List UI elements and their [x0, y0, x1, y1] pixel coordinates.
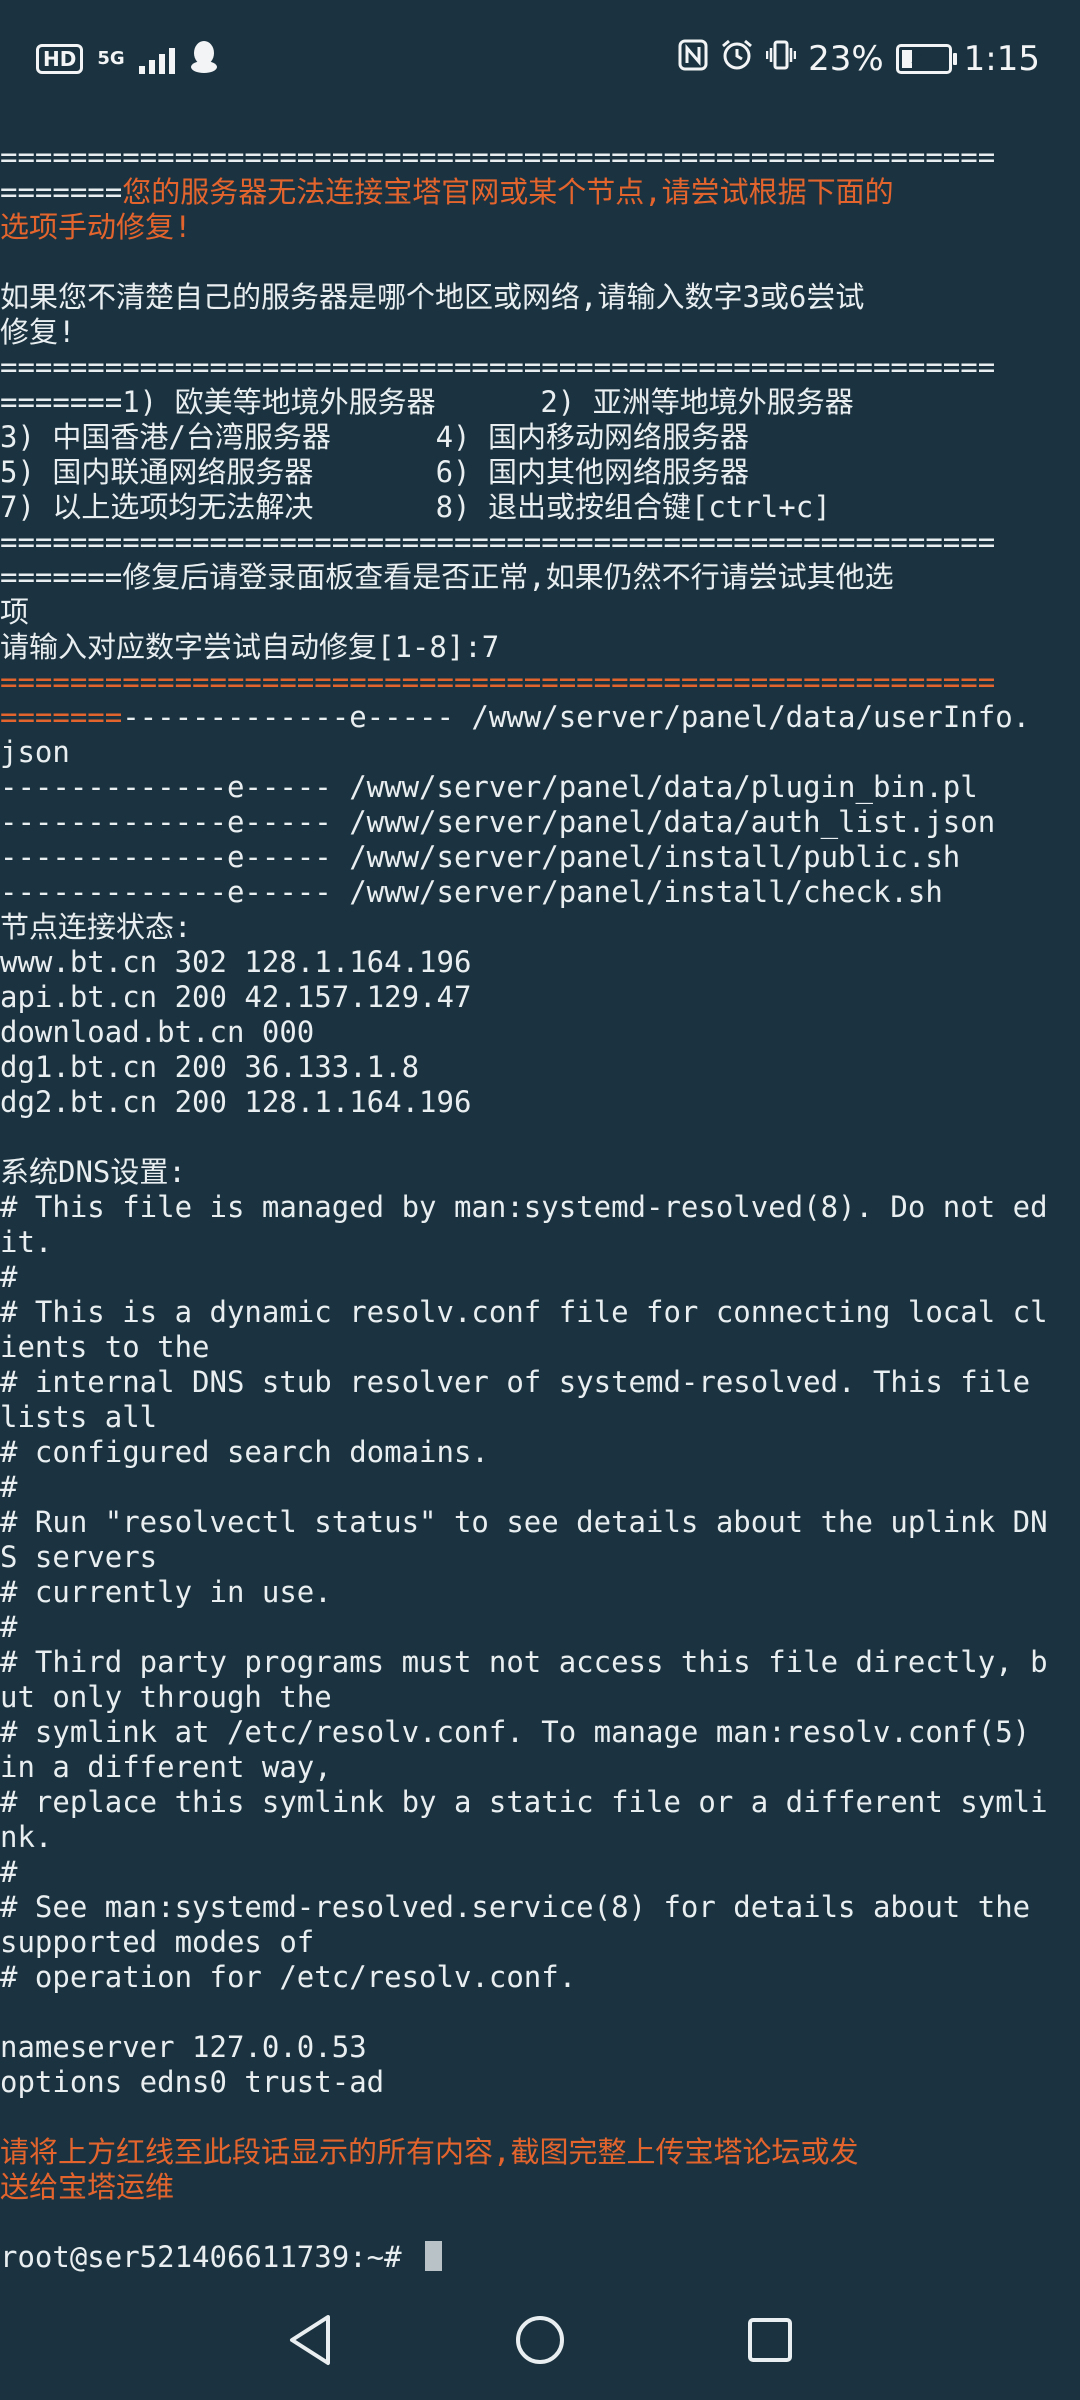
terminal-line: ========================================… — [0, 140, 996, 174]
network-type: 5G — [97, 48, 125, 69]
terminal-line: # Third party programs must not access t… — [0, 1645, 1048, 1679]
terminal-line: # — [0, 1260, 18, 1294]
terminal-line: # — [0, 1610, 18, 1644]
terminal-line: json — [0, 735, 70, 769]
terminal-line: 5) 国内联通网络服务器 6) 国内其他网络服务器 — [0, 455, 749, 489]
recents-button[interactable] — [730, 2300, 810, 2380]
terminal-line: -------------e----- /www/server/panel/in… — [0, 875, 943, 909]
qq-icon — [189, 40, 219, 78]
terminal-line: 系统DNS设置: — [0, 1155, 186, 1189]
terminal-line: 如果您不清楚自己的服务器是哪个地区或网络,请输入数字3或6尝试 — [0, 280, 865, 314]
terminal-line: 节点连接状态: — [0, 910, 192, 944]
terminal-segment: 您的服务器无法连接宝塔官网或某个节点,请尝试根据下面的 — [122, 175, 894, 209]
terminal-line: # See man:systemd-resolved.service(8) fo… — [0, 1890, 1048, 1924]
status-bar-left: HD 5G — [36, 40, 219, 78]
terminal-segment: ======= — [0, 700, 123, 734]
terminal-line: 选项手动修复! — [0, 210, 192, 244]
terminal-line: # symlink at /etc/resolv.conf. To manage… — [0, 1715, 1048, 1749]
terminal-line: ========================================… — [0, 525, 996, 559]
terminal-line: # currently in use. — [0, 1575, 332, 1609]
back-button[interactable] — [270, 2300, 350, 2380]
terminal-line: dg2.bt.cn 200 128.1.164.196 — [0, 1085, 472, 1119]
terminal-output[interactable]: ========================================… — [0, 140, 1080, 2275]
terminal-line: ut only through the — [0, 1680, 332, 1714]
terminal-line: # Run "resolvectl status" to see details… — [0, 1505, 1048, 1539]
terminal-line: # This file is managed by man:systemd-re… — [0, 1190, 1048, 1224]
back-icon — [290, 2315, 330, 2365]
terminal-line: api.bt.cn 200 42.157.129.47 — [0, 980, 472, 1014]
prompt-text: root@ser521406611739:~# — [0, 2240, 420, 2274]
terminal-line: options edns0 trust-ad — [0, 2065, 385, 2099]
terminal-line: -------------e----- /www/server/panel/da… — [0, 770, 978, 804]
terminal-line: =======修复后请登录面板查看是否正常,如果仍然不行请尝试其他选 — [0, 560, 894, 594]
battery-charging-icon: ⚡ — [895, 44, 957, 74]
terminal-line: -------------e----- /www/server/panel/in… — [0, 840, 961, 874]
home-icon — [516, 2316, 564, 2364]
terminal-segment: ======= — [0, 175, 123, 209]
terminal-line: 送给宝塔运维 — [0, 2170, 175, 2204]
battery-percent: 23% — [808, 39, 884, 79]
terminal-line: # — [0, 1470, 18, 1504]
terminal-line: ========================================… — [0, 350, 996, 384]
terminal-line: =======1) 欧美等地境外服务器 2) 亚洲等地境外服务器 — [0, 385, 854, 419]
terminal-line: # operation for /etc/resolv.conf. — [0, 1960, 577, 1994]
terminal-line: nk. — [0, 1820, 53, 1854]
terminal-line: 7) 以上选项均无法解决 8) 退出或按组合键[ctrl+c] — [0, 490, 831, 524]
terminal-line: dg1.bt.cn 200 36.133.1.8 — [0, 1050, 420, 1084]
terminal-line: supported modes of — [0, 1925, 315, 1959]
alarm-icon — [720, 38, 754, 81]
terminal-line: it. — [0, 1225, 53, 1259]
signal-icon — [138, 44, 175, 74]
terminal-line: ients to the — [0, 1330, 210, 1364]
terminal-line: =======-------------e----- /www/server/p… — [0, 700, 1080, 735]
status-bar: HD 5G 23% ⚡ 1:15 — [0, 0, 1080, 118]
home-button[interactable] — [500, 2300, 580, 2380]
terminal-line: 请输入对应数字尝试自动修复[1-8]:7 — [0, 630, 500, 664]
terminal-line: 请将上方红线至此段话显示的所有内容,截图完整上传宝塔论坛或发 — [0, 2135, 859, 2169]
terminal-line: S servers — [0, 1540, 158, 1574]
terminal-line: # internal DNS stub resolver of systemd-… — [0, 1365, 1048, 1399]
terminal-line: -------------e----- /www/server/panel/da… — [0, 805, 996, 839]
terminal-line: # — [0, 1855, 18, 1889]
terminal-line: # replace this symlink by a static file … — [0, 1785, 1048, 1819]
nfc-icon — [678, 39, 708, 80]
terminal-line: ========================================… — [0, 665, 996, 699]
terminal-line: # configured search domains. — [0, 1435, 489, 1469]
terminal-line: 项 — [0, 595, 30, 629]
terminal-line: =======您的服务器无法连接宝塔官网或某个节点,请尝试根据下面的 — [0, 175, 1080, 210]
terminal-line: download.bt.cn 000 — [0, 1015, 315, 1049]
vibrate-icon — [765, 39, 797, 80]
terminal-line: # This is a dynamic resolv.conf file for… — [0, 1295, 1048, 1329]
terminal-segment: -------------e----- /www/server/panel/da… — [122, 700, 1031, 734]
terminal-line: lists all — [0, 1400, 158, 1434]
clock: 1:15 — [963, 39, 1040, 79]
status-bar-right: 23% ⚡ 1:15 — [678, 38, 1040, 81]
recents-icon — [748, 2318, 792, 2362]
terminal-line: in a different way, — [0, 1750, 332, 1784]
terminal-line: 修复! — [0, 315, 76, 349]
terminal-line: www.bt.cn 302 128.1.164.196 — [0, 945, 472, 979]
terminal-line: nameserver 127.0.0.53 — [0, 2030, 367, 2064]
terminal-line: 3) 中国香港/台湾服务器 4) 国内移动网络服务器 — [0, 420, 749, 454]
text-cursor — [425, 2241, 443, 2271]
shell-prompt[interactable]: root@ser521406611739:~# — [0, 2240, 1080, 2275]
navigation-bar — [0, 2280, 1080, 2400]
hd-icon: HD — [36, 44, 84, 74]
